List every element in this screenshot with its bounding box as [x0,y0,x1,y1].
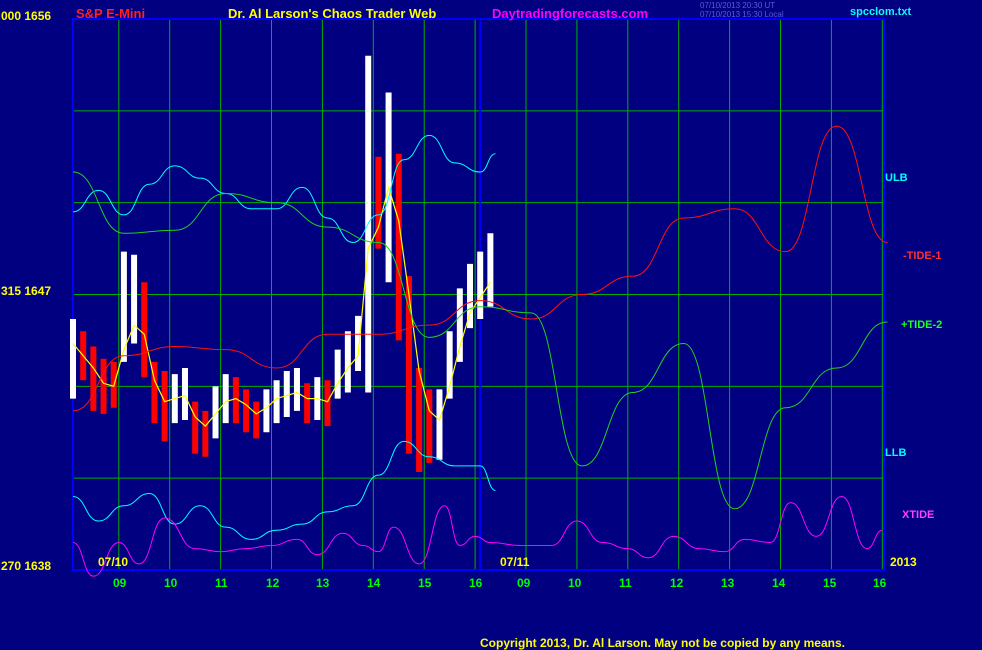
x-tick-label: 14 [772,576,786,590]
series-label-tide2: +TIDE-2 [901,319,943,331]
x-tick-label: 09 [517,576,531,590]
site-title: Dr. Al Larson's Chaos Trader Web [228,6,437,21]
x-tick-label: 12 [266,576,280,590]
x-tick-label: 12 [670,576,684,590]
x-tick-label: 11 [215,576,228,590]
x-tick-label: 09 [113,576,127,590]
filename-label: spcclom.txt [850,6,912,18]
series-line-ulb [72,134,496,243]
y-tick-label-top: 000 1656 [1,9,52,23]
x-tick-label: 10 [568,576,582,590]
x-tick-label: 14 [367,576,381,590]
series-line-xtide [72,496,883,577]
x-tick-label: 16 [873,576,887,590]
series-label-tide1: -TIDE-1 [903,250,942,262]
series-label-llb: LLB [885,447,907,459]
date-label-0710: 07/10 [98,555,129,569]
website-label: Daytradingforecasts.com [492,6,649,21]
x-tick-label: 13 [316,576,330,590]
x-tick-label: 13 [721,576,735,590]
date-label-0711: 07/11 [500,555,530,569]
x-tick-label: 10 [164,576,178,590]
x-tick-label: 15 [823,576,837,590]
x-tick-label: 16 [469,576,483,590]
symbol-label: S&P E-Mini [76,6,146,21]
copyright-notice: Copyright 2013, Dr. Al Larson. May not b… [480,636,845,650]
y-tick-label-mid: 315 1647 [1,284,52,298]
date-label-year: 2013 [890,555,917,569]
price-bars [70,55,494,473]
x-tick-label: 15 [418,576,432,590]
timestamp-local: 07/10/2013 15:30 Local [700,10,784,19]
chart-canvas [70,18,888,577]
timestamp-ut: 07/10/2013 20:30 UT [700,1,776,10]
series-label-ulb: ULB [885,172,908,184]
y-tick-label-bottom: 270 1638 [1,559,52,573]
x-tick-label: 11 [619,576,632,590]
series-label-xtide: XTIDE [902,509,935,521]
